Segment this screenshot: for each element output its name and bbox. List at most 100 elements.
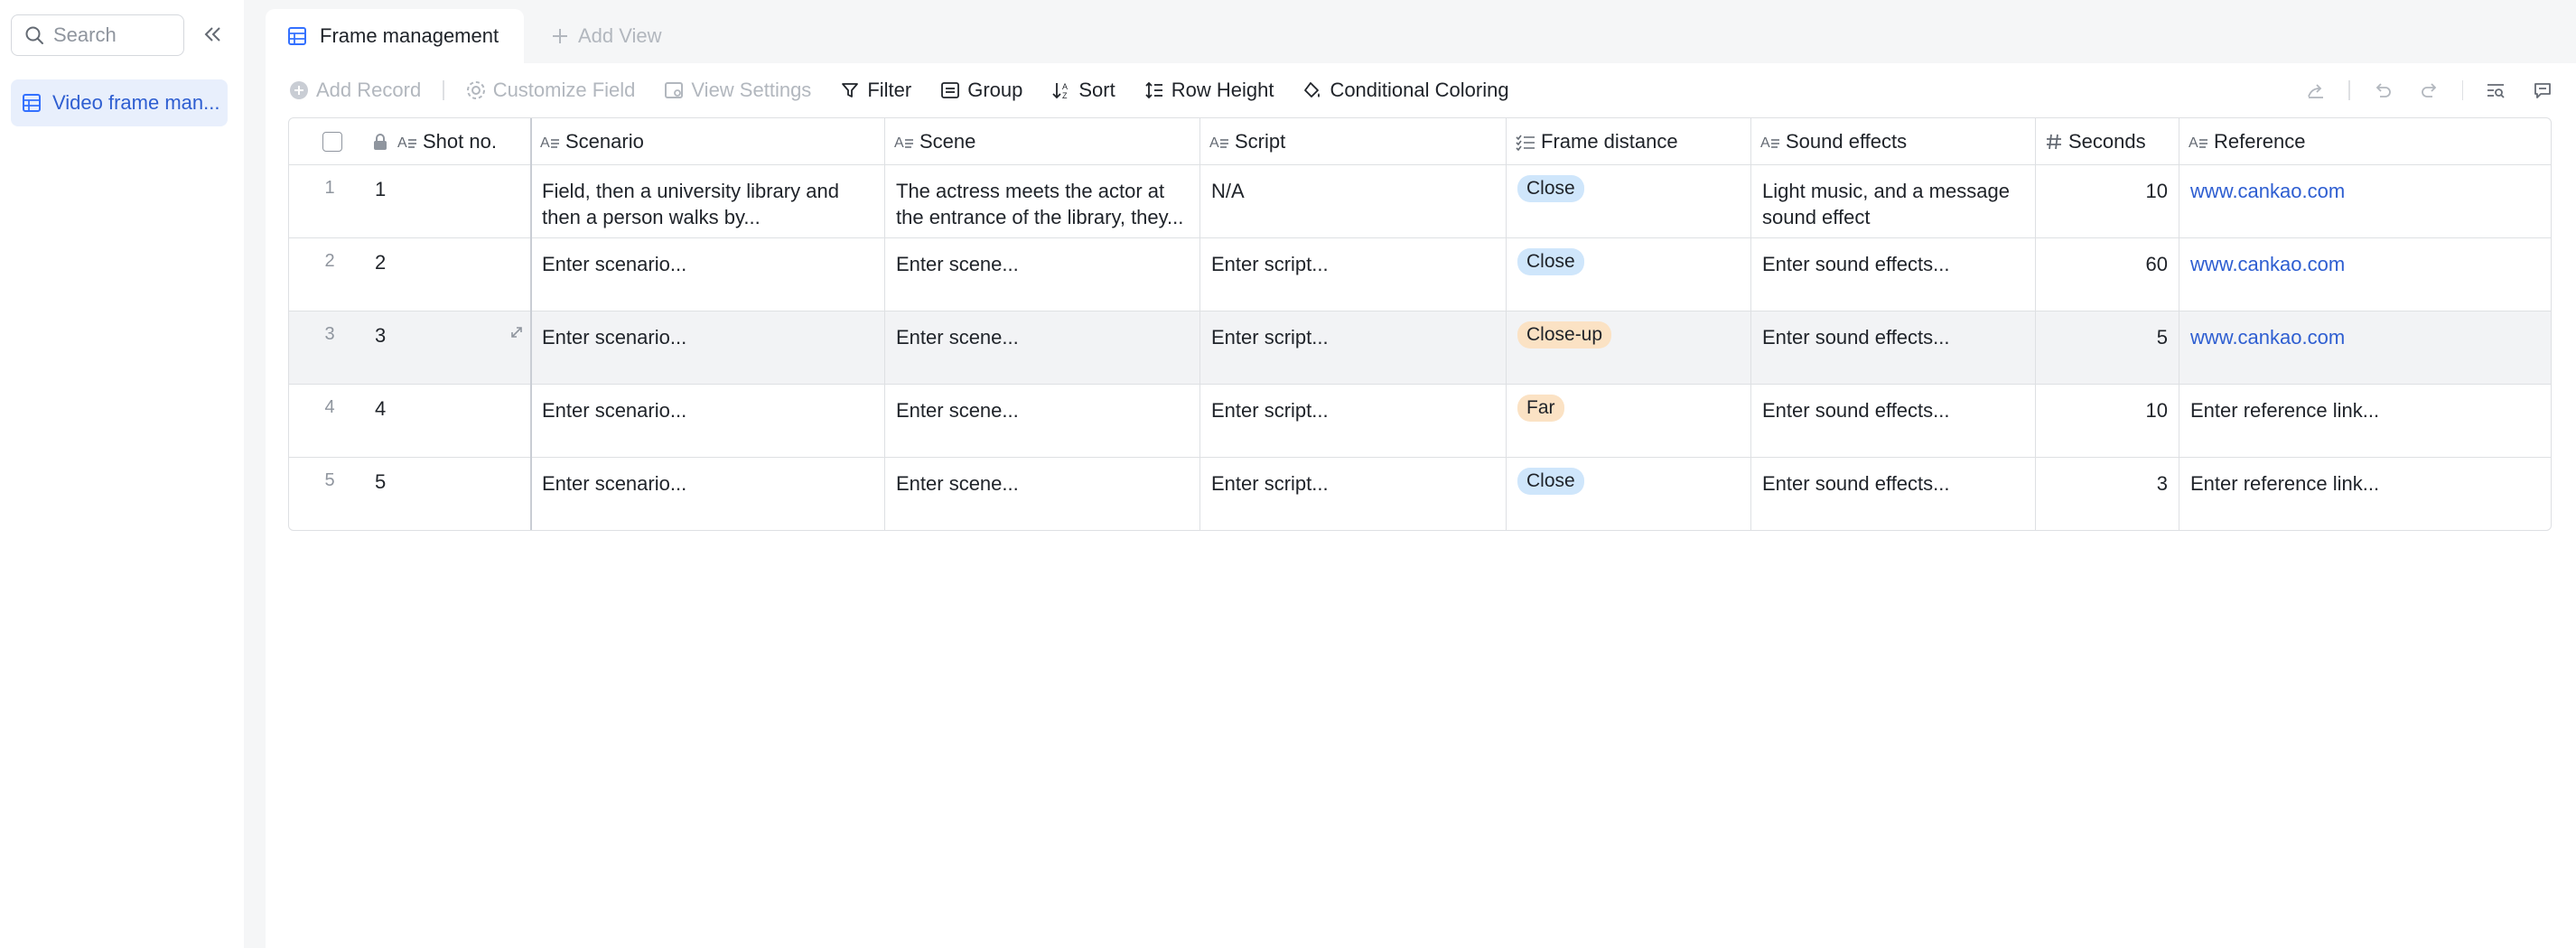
script-cell[interactable]: Enter script...: [1200, 458, 1507, 530]
shot-no-value: 5: [375, 470, 387, 493]
sidebar-search[interactable]: [11, 14, 184, 56]
data-grid: A Shot no. A Scenario A Scene A Script F…: [288, 117, 2552, 531]
undo-button[interactable]: [2368, 76, 2397, 105]
script-cell[interactable]: Enter script...: [1200, 311, 1507, 384]
comment-icon: [2534, 83, 2551, 98]
header-shot-no[interactable]: A Shot no.: [289, 118, 531, 164]
add-record-label: Add Record: [316, 79, 422, 101]
select-all-checkbox[interactable]: [322, 132, 342, 152]
frame-distance-tag: Far: [1517, 395, 1564, 422]
table-row[interactable]: 1 1 Field, then a university library and…: [289, 165, 2551, 238]
comment-button[interactable]: [2528, 76, 2557, 105]
header-seconds[interactable]: Seconds: [2036, 118, 2179, 164]
scenario-cell[interactable]: Enter scenario...: [531, 385, 885, 457]
tab-frame-management[interactable]: Frame management: [266, 9, 524, 63]
row-height-button[interactable]: Row Height: [1144, 79, 1274, 102]
frame-distance-tag: Close: [1517, 468, 1584, 495]
reference-cell[interactable]: Enter reference link...: [2179, 385, 2551, 457]
seconds-cell[interactable]: 5: [2036, 311, 2179, 384]
redo-button[interactable]: [2415, 76, 2444, 105]
text-field-icon: A: [397, 135, 416, 151]
header-sound-effects[interactable]: A Sound effects: [1751, 118, 2036, 164]
sort-icon: AZ: [1052, 82, 1068, 100]
seconds-cell[interactable]: 3: [2036, 458, 2179, 530]
script-cell[interactable]: Enter script...: [1200, 238, 1507, 311]
scenario-cell[interactable]: Enter scenario...: [531, 458, 885, 530]
scene-cell[interactable]: Enter scene...: [885, 311, 1200, 384]
toolbar-divider: [2348, 80, 2350, 100]
scenario-cell[interactable]: Enter scenario...: [531, 311, 885, 384]
find-button[interactable]: [2481, 76, 2510, 105]
scene-cell[interactable]: Enter scene...: [885, 238, 1200, 311]
column-title: Frame distance: [1541, 129, 1678, 153]
table-row[interactable]: 3 3 Enter scenario... Enter scene... Ent…: [289, 311, 2551, 385]
search-input[interactable]: [53, 23, 180, 47]
frame-distance-cell[interactable]: Close: [1507, 165, 1751, 237]
script-cell[interactable]: Enter script...: [1200, 385, 1507, 457]
header-reference[interactable]: A Reference: [2179, 118, 2551, 164]
conditional-coloring-button[interactable]: Conditional Coloring: [1302, 79, 1509, 102]
reference-link[interactable]: www.cankao.com: [2179, 238, 2551, 311]
seconds-cell[interactable]: 10: [2036, 165, 2179, 237]
row-number: 3: [324, 324, 335, 344]
scene-cell[interactable]: The actress meets the actor at the entra…: [885, 165, 1200, 237]
shot-no-cell[interactable]: 1 1: [289, 165, 531, 237]
view-settings-button[interactable]: View Settings: [664, 79, 811, 102]
reference-link[interactable]: www.cankao.com: [2179, 311, 2551, 384]
row-height-label: Row Height: [1171, 79, 1274, 101]
reference-cell[interactable]: Enter reference link...: [2179, 458, 2551, 530]
column-title: Seconds: [2068, 129, 2146, 153]
column-title: Scenario: [565, 129, 644, 153]
undo-icon: [2375, 83, 2391, 98]
frame-distance-cell[interactable]: Close: [1507, 238, 1751, 311]
table-icon: [23, 94, 41, 112]
shot-no-cell[interactable]: 3 3: [289, 311, 531, 384]
table-row[interactable]: 4 4 Enter scenario... Enter scene... Ent…: [289, 385, 2551, 458]
expand-record-icon[interactable]: [509, 324, 525, 340]
sound-effects-cell[interactable]: Enter sound effects...: [1751, 458, 2036, 530]
grid-view-icon: [288, 27, 306, 45]
reference-link[interactable]: www.cankao.com: [2179, 165, 2551, 237]
search-list-icon: [2487, 84, 2505, 98]
share-button[interactable]: [2301, 76, 2330, 105]
frame-distance-tag: Close: [1517, 248, 1584, 275]
filter-button[interactable]: Filter: [840, 79, 911, 102]
scenario-cell[interactable]: Enter scenario...: [531, 238, 885, 311]
header-row: A Shot no. A Scenario A Scene A Script F…: [289, 118, 2551, 165]
add-record-button[interactable]: Add Record: [289, 79, 421, 102]
frame-distance-cell[interactable]: Close: [1507, 458, 1751, 530]
shot-no-cell[interactable]: 2 2: [289, 238, 531, 311]
add-view-button[interactable]: Add View: [551, 20, 662, 52]
frame-distance-cell[interactable]: Far: [1507, 385, 1751, 457]
sidebar-item-video-frame-management[interactable]: Video frame man...: [11, 79, 228, 126]
svg-text:A: A: [894, 135, 904, 151]
scene-cell[interactable]: Enter scene...: [885, 458, 1200, 530]
customize-field-button[interactable]: Customize Field: [466, 79, 635, 102]
header-scenario[interactable]: A Scenario: [531, 118, 885, 164]
sound-effects-cell[interactable]: Enter sound effects...: [1751, 311, 2036, 384]
header-script[interactable]: A Script: [1200, 118, 1507, 164]
table-row[interactable]: 2 2 Enter scenario... Enter scene... Ent…: [289, 238, 2551, 311]
header-frame-distance[interactable]: Frame distance: [1507, 118, 1751, 164]
sort-button[interactable]: AZ Sort: [1051, 79, 1115, 102]
group-button[interactable]: Group: [940, 79, 1022, 102]
collapse-sidebar-button[interactable]: [201, 22, 226, 47]
column-title: Scene: [919, 129, 976, 153]
sound-effects-cell[interactable]: Enter sound effects...: [1751, 238, 2036, 311]
shot-no-cell[interactable]: 5 5: [289, 458, 531, 530]
scenario-cell[interactable]: Field, then a university library and the…: [531, 165, 885, 237]
frame-distance-cell[interactable]: Close-up: [1507, 311, 1751, 384]
sound-effects-cell[interactable]: Enter sound effects...: [1751, 385, 2036, 457]
table-row[interactable]: 5 5 Enter scenario... Enter scene... Ent…: [289, 458, 2551, 530]
seconds-cell[interactable]: 60: [2036, 238, 2179, 311]
seconds-cell[interactable]: 10: [2036, 385, 2179, 457]
scene-cell[interactable]: Enter scene...: [885, 385, 1200, 457]
sound-effects-cell[interactable]: Light music, and a message sound effect: [1751, 165, 2036, 237]
single-select-icon: [1516, 135, 1535, 151]
view-settings-icon: [665, 82, 684, 98]
lock-icon: [374, 134, 387, 150]
header-scene[interactable]: A Scene: [885, 118, 1200, 164]
shot-no-cell[interactable]: 4 4: [289, 385, 531, 457]
script-cell[interactable]: N/A: [1200, 165, 1507, 237]
svg-text:A: A: [1062, 82, 1068, 91]
